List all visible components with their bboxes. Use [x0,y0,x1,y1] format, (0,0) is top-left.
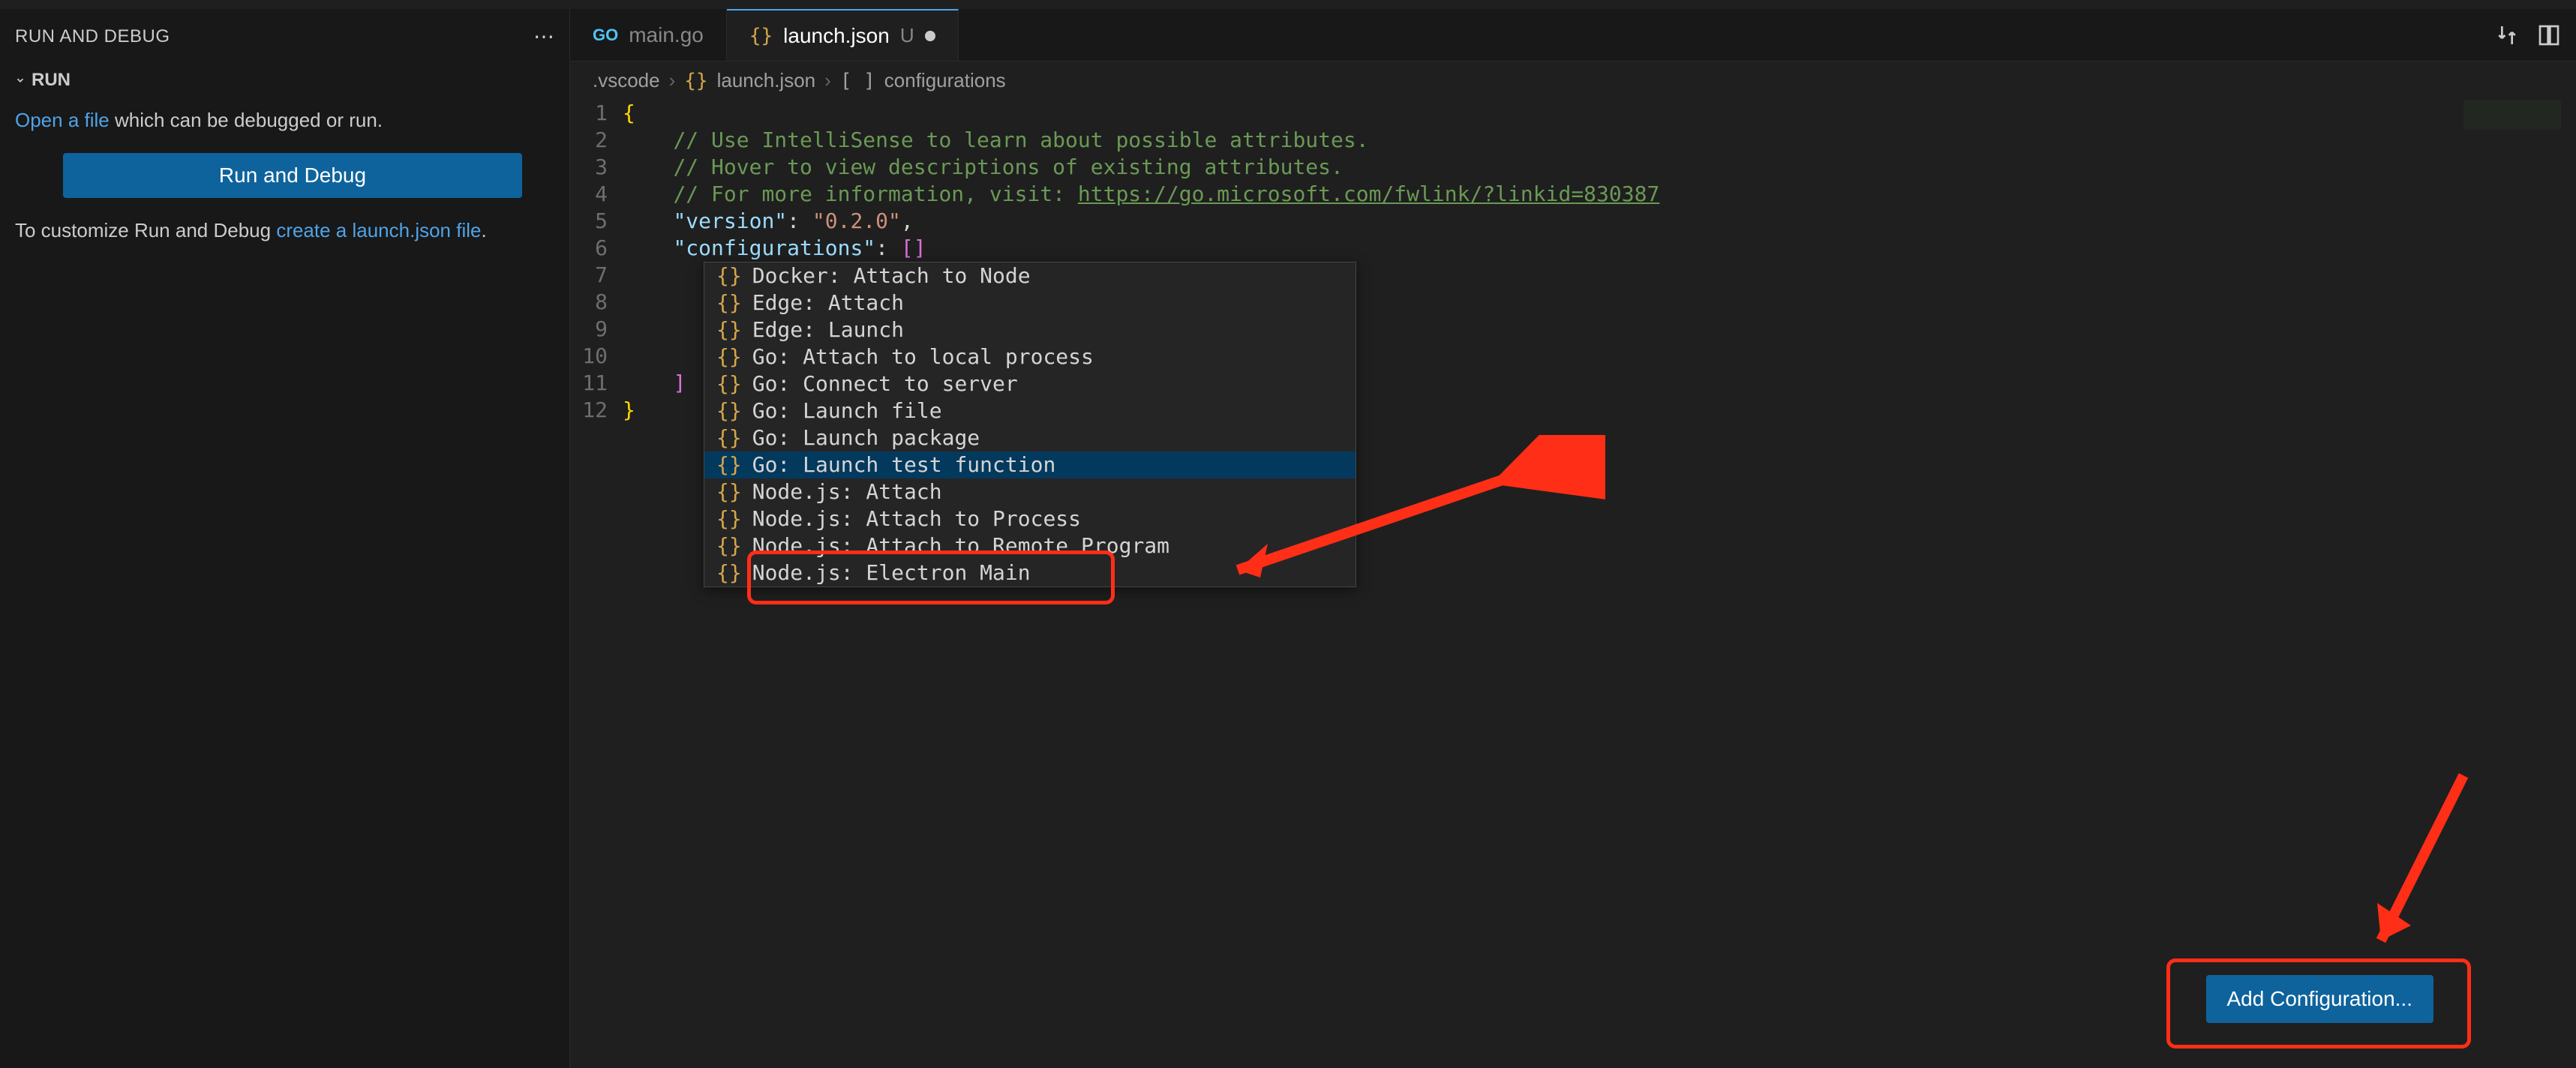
titlebar [0,0,2576,9]
sidebar-title: RUN AND DEBUG [15,26,170,47]
line-number: 1 [570,100,608,127]
customize-hint: To customize Run and Debug create a laun… [15,206,554,256]
breadcrumb[interactable]: .vscode › {} launch.json › [ ] configura… [570,62,2576,100]
editor-tab[interactable]: GO main.go [570,9,727,61]
line-number: 6 [570,235,608,262]
suggestion-item[interactable]: {} Edge: Attach [704,290,1356,316]
create-launch-json-link[interactable]: create a launch.json file [276,219,481,242]
add-configuration-button[interactable]: Add Configuration... [2206,975,2434,1023]
more-icon[interactable]: ⋯ [533,24,554,49]
run-debug-sidebar: RUN AND DEBUG ⋯ RUN Open a file which ca… [0,9,570,1068]
suggestion-item[interactable]: {} Node.js: Attach [704,478,1356,506]
snippet-icon: {} [716,398,742,424]
suggestion-label: Go: Launch test function [752,452,1056,478]
line-number: 5 [570,208,608,235]
snippet-icon: {} [716,506,742,532]
go-icon: GO [593,26,618,45]
breadcrumb-segment[interactable]: launch.json [717,69,816,92]
code-line[interactable]: // Use IntelliSense to learn about possi… [623,127,2576,154]
suggestion-item[interactable]: {} Node.js: Attach to Process [704,506,1356,532]
suggestion-item[interactable]: {} Docker: Attach to Node [704,262,1356,290]
snippet-icon: {} [716,316,742,344]
code-line[interactable]: "configurations": [] [623,235,2576,262]
suggestion-item[interactable]: {} Node.js: Electron Main [704,560,1356,586]
line-number: 10 [570,343,608,370]
line-number: 9 [570,316,608,343]
run-and-debug-button[interactable]: Run and Debug [63,153,522,198]
suggestion-item[interactable]: {} Edge: Launch [704,316,1356,344]
chevron-right-icon: › [824,69,831,92]
snippet-icon: {} [716,370,742,398]
code-line[interactable]: // For more information, visit: https://… [623,181,2576,208]
editor-tab[interactable]: {} launch.json U [727,9,959,61]
snippet-icon: {} [716,452,742,478]
split-editor-icon[interactable] [2537,23,2561,47]
run-section-label[interactable]: RUN [15,65,554,95]
tab-git-badge: U [900,24,914,47]
chevron-down-icon [15,75,26,86]
suggestion-item[interactable]: {} Go: Launch file [704,398,1356,424]
snippet-icon: {} [716,532,742,560]
suggestion-label: Node.js: Attach to Remote Program [752,532,1169,560]
suggestion-label: Node.js: Attach [752,478,942,506]
suggestion-item[interactable]: {} Go: Connect to server [704,370,1356,398]
code-content[interactable]: { // Use IntelliSense to learn about pos… [623,100,2576,1068]
suggestion-label: Go: Attach to local process [752,344,1094,370]
breadcrumb-segment[interactable]: .vscode [593,69,660,92]
snippet-icon: {} [716,424,742,452]
line-number: 11 [570,370,608,397]
suggestion-label: Go: Launch file [752,398,942,424]
snippet-icon: {} [716,478,742,506]
minimap[interactable] [2463,100,2561,130]
modified-indicator-icon [925,31,935,41]
code-line[interactable]: // Hover to view descriptions of existin… [623,154,2576,181]
suggestion-label: Node.js: Attach to Process [752,506,1081,532]
json-icon: {} [749,25,773,47]
suggestion-item[interactable]: {} Go: Launch package [704,424,1356,452]
line-number: 3 [570,154,608,181]
json-icon: {} [684,70,707,92]
suggestion-label: Docker: Attach to Node [752,262,1031,290]
breadcrumb-segment[interactable]: configurations [884,69,1006,92]
chevron-right-icon: › [669,69,676,92]
compare-changes-icon[interactable] [2495,23,2519,47]
line-gutter: 123456789101112 [570,100,623,1068]
snippet-icon: {} [716,290,742,316]
code-editor[interactable]: 123456789101112 { // Use IntelliSense to… [570,100,2576,1068]
line-number: 4 [570,181,608,208]
snippet-icon: {} [716,560,742,586]
snippet-icon: {} [716,262,742,290]
line-number: 7 [570,262,608,289]
intellisense-popup[interactable]: {}Docker: Attach to Node{}Edge: Attach{}… [704,262,1356,587]
code-line[interactable]: { [623,100,2576,127]
code-line[interactable]: "version": "0.2.0", [623,208,2576,235]
suggestion-item[interactable]: {} Go: Attach to local process [704,344,1356,370]
tab-label: launch.json [783,24,890,48]
suggestion-label: Go: Connect to server [752,370,1018,398]
snippet-icon: {} [716,344,742,370]
array-icon: [ ] [840,70,875,92]
line-number: 12 [570,397,608,424]
line-number: 2 [570,127,608,154]
open-file-hint: Open a file which can be debugged or run… [15,95,554,146]
open-file-link[interactable]: Open a file [15,109,110,131]
suggestion-item[interactable]: {} Node.js: Attach to Remote Program [704,532,1356,560]
suggestion-label: Edge: Attach [752,290,904,316]
editor-tabs: GO main.go {} launch.json U [570,9,2576,62]
suggestion-label: Go: Launch package [752,424,980,452]
suggestion-label: Node.js: Electron Main [752,560,1031,586]
suggestion-label: Edge: Launch [752,316,904,344]
editor-area: GO main.go {} launch.json U .vscode › {} lau… [570,9,2576,1068]
suggestion-item[interactable]: {} Go: Launch test function [704,452,1356,478]
tab-label: main.go [629,23,704,47]
line-number: 8 [570,289,608,316]
